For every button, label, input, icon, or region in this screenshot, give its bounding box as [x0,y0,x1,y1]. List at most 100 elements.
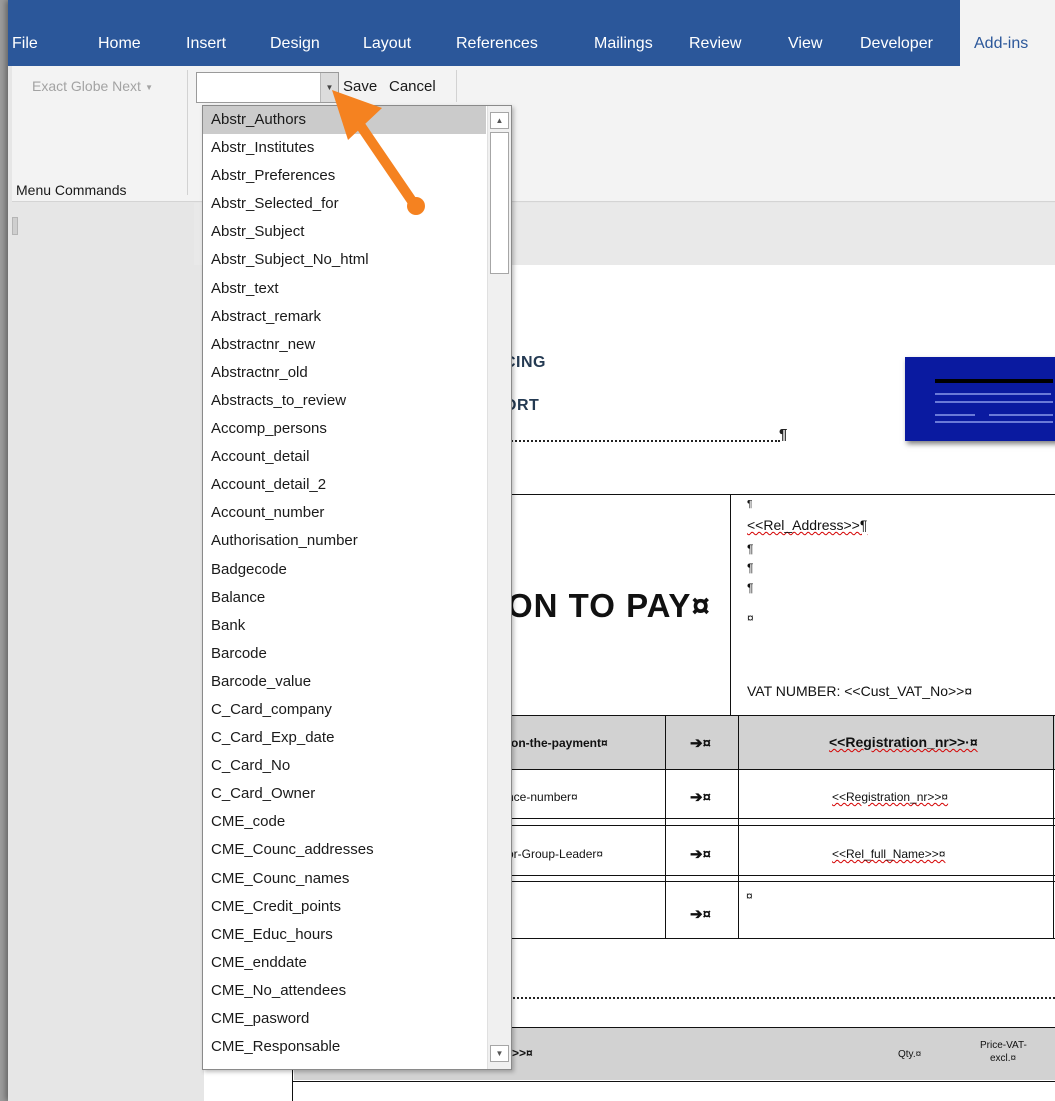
table-border [504,818,1055,819]
dropdown-option[interactable]: Account_detail [203,443,486,471]
row-1-value: <<Registration_nr>>·¤ [829,734,978,750]
dropdown-option[interactable]: CME_pasword [203,1005,486,1033]
dropdown-option[interactable]: CME_enddate [203,949,486,977]
address-merge-field: <<Rel_Address>>¶ [747,517,867,533]
row-3-arrow-icon: ➔¤ [690,846,711,863]
tab-layout[interactable]: Layout [363,0,411,66]
table-border [292,1081,1055,1082]
dropdown-option[interactable]: Account_detail_2 [203,471,486,499]
tab-insert[interactable]: Insert [186,0,226,66]
tab-view[interactable]: View [788,0,822,66]
table-border [504,825,1055,826]
table-border [504,881,1055,882]
table-border [730,494,731,715]
group-label-menu-commands: Menu Commands [16,182,127,198]
pilcrow-mark: ¶ [779,426,788,443]
dropdown-option[interactable]: Abstractnr_new [203,331,486,359]
tab-design[interactable]: Design [270,0,320,66]
table-border [504,769,1055,770]
left-pane [12,203,194,1101]
exact-globe-next-label: Exact Globe Next [32,78,141,94]
row-4-arrow-icon: ➔¤ [690,906,711,923]
dropdown-option[interactable]: C_Card_Owner [203,780,486,808]
ribbon-separator [187,70,188,195]
row-3-value: <<Rel_full_Name>>¤ [832,847,945,861]
dropdown-option[interactable]: Abstract_remark [203,303,486,331]
header-contact-block [905,357,1055,441]
dropdown-option[interactable]: CME_Counc_names [203,865,486,893]
dropdown-option[interactable]: CME_Educ_hours [203,921,486,949]
row-1-label: -on-the-payment¤ [507,736,608,750]
scroll-up-icon[interactable]: ▲ [490,112,509,129]
scrollbar-thumb[interactable] [490,132,509,274]
dropdown-option[interactable]: Barcode [203,640,486,668]
merge-field-dropdown-list[interactable]: Abstr_Authors Abstr_Institutes Abstr_Prefe… [202,105,512,1070]
ribbon-panel: Exact Globe Next ▼ ▼ Save Cancel Menu Co… [12,66,1055,202]
dropdown-option[interactable]: Bank [203,612,486,640]
scroll-down-icon[interactable]: ▼ [490,1045,509,1062]
dropdown-option[interactable]: C_Card_Exp_date [203,724,486,752]
tab-mailings[interactable]: Mailings [594,0,653,66]
price-label-1: Price-VAT- [980,1040,1027,1051]
row-3-label: or-Group-Leader¤ [507,847,604,861]
dropdown-option[interactable]: Accomp_persons [203,415,486,443]
table-border [1053,715,1054,939]
ribbon-separator [456,70,457,102]
dropdown-option[interactable]: C_Card_No [203,752,486,780]
price-label-2: excl.¤ [990,1053,1017,1064]
word-window: File Home Insert Design Layout Reference… [8,0,1055,1101]
vat-number-line: VAT NUMBER: <<Cust_VAT_No>>¤ [747,683,973,699]
merge-field-combobox[interactable]: ▼ [196,72,339,103]
dropdown-scrollbar[interactable]: ▲ ▼ [487,106,511,1069]
dropdown-option[interactable]: CME_Responsable [203,1033,486,1061]
tab-file[interactable]: File [12,0,38,66]
row-3-value-text: <<Rel_full_Name>>¤ [832,847,946,861]
dropdown-option[interactable]: Balance [203,584,486,612]
row-2-arrow-icon: ➔¤ [690,789,711,806]
row-4-value: ¤ [746,889,753,903]
invitation-title: ON TO PAY¤ [507,587,711,624]
table-border [665,715,666,939]
tab-home[interactable]: Home [98,0,141,66]
dropdown-option[interactable]: C_Card_company [203,696,486,724]
tab-review[interactable]: Review [689,0,741,66]
tab-developer[interactable]: Developer [860,0,933,66]
exact-globe-next-menu[interactable]: Exact Globe Next ▼ [32,78,153,94]
address-end-mark: ¤ [747,611,754,625]
row-2-value: <<Registration_nr>>¤ [832,790,948,804]
address-pilcrow: ¶ [747,542,754,556]
dropdown-option[interactable]: Account_number [203,499,486,527]
table-border [504,875,1055,876]
table-border [504,938,1055,939]
row-2-value-text: <<Registration_nr>>¤ [832,790,949,804]
dotted-separator [504,997,1055,999]
pane-splitter[interactable] [12,217,18,235]
table-border [738,715,739,939]
table-border [504,494,1055,495]
address-pilcrow: ¶ [747,561,754,575]
address-pilcrow: ¶ [747,499,753,510]
dropdown-option[interactable]: Abstracts_to_review [203,387,486,415]
qty-label: Qty.¤ [898,1049,922,1060]
dropdown-option[interactable]: CME_code [203,808,486,836]
row-2-label: nce-number¤ [507,790,578,804]
chevron-down-icon: ▼ [142,82,154,92]
tab-add-ins[interactable]: Add-ins [960,0,1055,66]
merge-field-options: Abstr_Authors Abstr_Institutes Abstr_Prefe… [203,106,486,1061]
dropdown-option[interactable]: Abstractnr_old [203,359,486,387]
dropdown-option[interactable]: CME_No_attendees [203,977,486,1005]
dropdown-option[interactable]: CME_Counc_addresses [203,836,486,864]
address-field-text: <<Rel_Address>>¶ [747,517,868,533]
tab-references[interactable]: References [456,0,538,66]
items-header-field: >>¤ [512,1046,533,1060]
dropdown-option[interactable]: Abstr_text [203,275,486,303]
dropdown-option[interactable]: CME_Credit_points [203,893,486,921]
dotted-leader [504,440,780,442]
dropdown-option[interactable]: Authorisation_number [203,527,486,555]
row-1-value-text: <<Registration_nr>>·¤ [829,734,978,750]
dropdown-option[interactable]: Badgecode [203,556,486,584]
dropdown-option[interactable]: Abstr_Subject_No_html [203,246,486,274]
row-1-arrow-icon: ➔¤ [690,735,711,752]
dropdown-option[interactable]: Barcode_value [203,668,486,696]
ribbon-tab-bar: File Home Insert Design Layout Reference… [8,0,1055,66]
